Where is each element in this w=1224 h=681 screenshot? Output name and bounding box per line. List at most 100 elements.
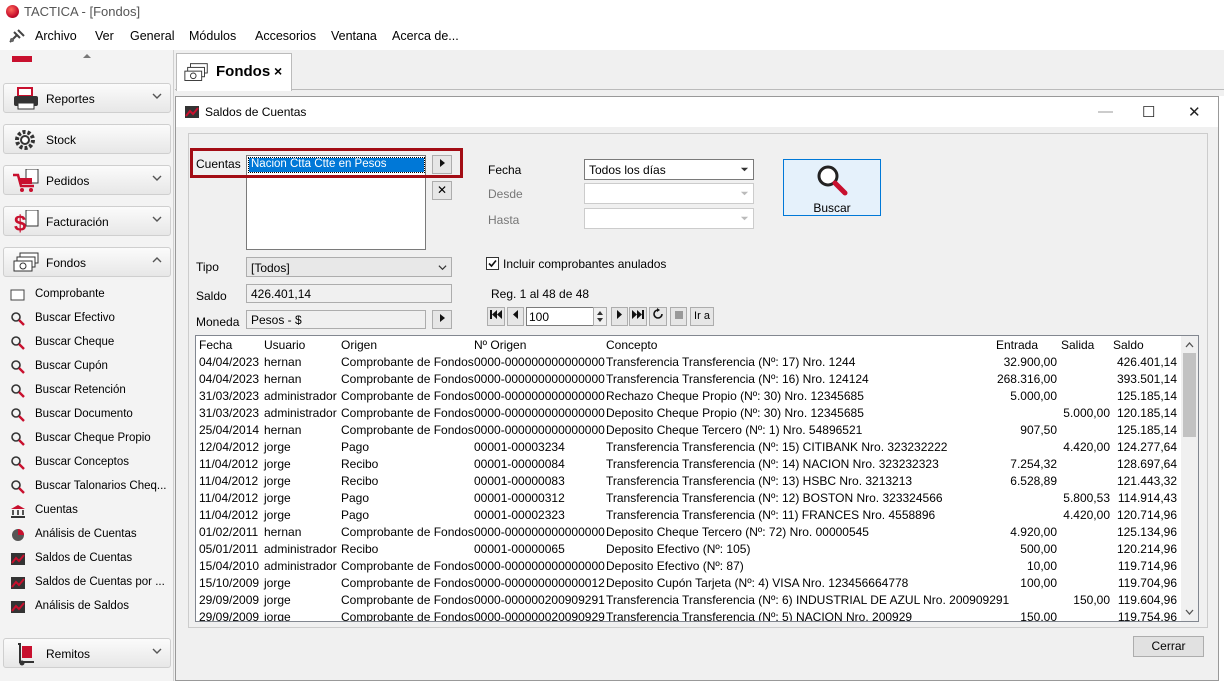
- minimize-button[interactable]: —: [1098, 103, 1113, 120]
- cell-nro-origen: 0000-000000000000000: [474, 372, 605, 386]
- page-size-value: 100: [529, 310, 550, 324]
- tab-close-button[interactable]: ×: [274, 63, 282, 79]
- first-icon: [490, 310, 502, 319]
- col-header-fecha[interactable]: Fecha: [199, 338, 232, 352]
- table-row[interactable]: 04/04/2023 hernan Comprobante de Fondos 000…: [196, 353, 1181, 370]
- table-row[interactable]: 11/04/2012 jorge Pago 00001-00000312 Transfe…: [196, 489, 1181, 506]
- cerrar-button[interactable]: Cerrar: [1133, 636, 1204, 657]
- close-window-button[interactable]: ✕: [1188, 103, 1201, 121]
- sidebar-item-saldos-cuentas-por[interactable]: Saldos de Cuentas por ...: [10, 573, 170, 593]
- table-row[interactable]: 29/09/2009 jorge Comprobante de Fondos 0000…: [196, 608, 1181, 621]
- refresh-button[interactable]: [649, 307, 667, 326]
- movements-grid[interactable]: Fecha Usuario Origen Nº Origen Concepto …: [195, 335, 1199, 622]
- table-row[interactable]: 11/04/2012 jorge Pago 00001-00002323 Transfe…: [196, 506, 1181, 523]
- cell-origen: Comprobante de Fondos: [341, 559, 474, 573]
- sidebar-group-facturacion[interactable]: $ Facturación: [3, 206, 171, 236]
- grid-vertical-scrollbar[interactable]: [1181, 336, 1198, 621]
- col-header-entrada[interactable]: Entrada: [996, 338, 1038, 352]
- sidebar-item-buscar-talonarios[interactable]: Buscar Talonarios Cheq...: [10, 477, 170, 497]
- sidebar-group-pedidos[interactable]: Pedidos: [3, 165, 171, 195]
- sidebar-group-fondos[interactable]: Fondos: [3, 247, 171, 277]
- incluir-anulados-checkbox[interactable]: [486, 257, 499, 270]
- buscar-button[interactable]: Buscar: [783, 159, 881, 216]
- tools-icon[interactable]: [8, 28, 26, 44]
- scroll-up-icon[interactable]: [1185, 341, 1194, 348]
- ira-button[interactable]: Ir a: [690, 307, 714, 326]
- cell-nro-origen: 00001-00003234: [474, 440, 565, 454]
- table-row[interactable]: 15/04/2010 administrador Comprobante de Fo…: [196, 557, 1181, 574]
- maximize-button[interactable]: ☐: [1142, 103, 1155, 121]
- table-row[interactable]: 25/04/2014 hernan Comprobante de Fondos 000…: [196, 421, 1181, 438]
- first-page-button[interactable]: [487, 307, 505, 326]
- search-icon: [11, 360, 25, 374]
- cell-usuario: administrador: [264, 542, 337, 556]
- table-row[interactable]: 05/01/2011 administrador Recibo 00001-00000…: [196, 540, 1181, 557]
- table-row[interactable]: 29/09/2009 jorge Comprobante de Fondos 0000…: [196, 591, 1181, 608]
- menu-ver[interactable]: Ver: [95, 29, 114, 43]
- sidebar-group-stock[interactable]: Stock: [3, 124, 171, 154]
- col-header-origen[interactable]: Origen: [341, 338, 377, 352]
- cell-origen: Recibo: [341, 474, 379, 488]
- table-row[interactable]: 31/03/2023 administrador Comprobante de Fo…: [196, 404, 1181, 421]
- scroll-up-icon[interactable]: [82, 53, 92, 59]
- sidebar-group-label: Pedidos: [46, 174, 90, 188]
- menu-ventana[interactable]: Ventana: [331, 29, 377, 43]
- col-header-salida[interactable]: Salida: [1061, 338, 1094, 352]
- sidebar-item-analisis-saldos[interactable]: Análisis de Saldos: [10, 597, 170, 617]
- table-row[interactable]: 31/03/2023 administrador Comprobante de Fo…: [196, 387, 1181, 404]
- prev-page-button[interactable]: [507, 307, 524, 326]
- sidebar-item-comprobante[interactable]: Comprobante: [10, 285, 170, 305]
- cell-concepto: Transferencia Transferencia (Nº: 11) FRA…: [606, 508, 936, 522]
- cuentas-remove-button[interactable]: ✕: [432, 181, 452, 200]
- sidebar-item-buscar-cupon[interactable]: Buscar Cupón: [10, 357, 170, 377]
- scroll-down-icon[interactable]: [1185, 609, 1194, 616]
- sidebar-item-buscar-conceptos[interactable]: Buscar Conceptos: [10, 453, 170, 473]
- fecha-select[interactable]: Todos los días: [584, 159, 754, 180]
- scroll-thumb[interactable]: [1183, 353, 1196, 437]
- moneda-select-button[interactable]: [432, 310, 452, 329]
- sidebar-item-saldos-cuentas[interactable]: Saldos de Cuentas: [10, 549, 170, 569]
- menu-bar: Archivo Ver General Módulos Accesorios V…: [0, 24, 1224, 50]
- next-page-button[interactable]: [611, 307, 628, 326]
- stop-button[interactable]: [670, 307, 687, 326]
- menu-general[interactable]: General: [130, 29, 174, 43]
- line-chart-icon: [11, 601, 25, 613]
- menu-acerca[interactable]: Acerca de...: [392, 29, 459, 43]
- tipo-select[interactable]: [Todos]: [246, 257, 452, 277]
- sidebar-item-cuentas[interactable]: Cuentas: [10, 501, 170, 521]
- desde-date[interactable]: [584, 183, 754, 204]
- tab-fondos[interactable]: Fondos ×: [176, 53, 292, 91]
- table-row[interactable]: 12/04/2012 jorge Pago 00001-00003234 Transfe…: [196, 438, 1181, 455]
- tab-label: Fondos: [216, 63, 271, 80]
- sidebar-item-buscar-documento[interactable]: Buscar Documento: [10, 405, 170, 425]
- table-row[interactable]: 15/10/2009 jorge Comprobante de Fondos 0000…: [196, 574, 1181, 591]
- sidebar-item-buscar-cheque-propio[interactable]: Buscar Cheque Propio: [10, 429, 170, 449]
- menu-accesorios[interactable]: Accesorios: [255, 29, 316, 43]
- table-row[interactable]: 04/04/2023 hernan Comprobante de Fondos 000…: [196, 370, 1181, 387]
- page-size-input[interactable]: 100: [526, 307, 594, 326]
- table-row[interactable]: 01/02/2011 hernan Comprobante de Fondos 000…: [196, 523, 1181, 540]
- menu-archivo[interactable]: Archivo: [35, 29, 77, 43]
- last-page-button[interactable]: [629, 307, 647, 326]
- sidebar-group-remitos[interactable]: Remitos: [3, 638, 171, 668]
- cell-saldo: 125.185,14: [1116, 389, 1177, 403]
- sidebar-item-buscar-cheque[interactable]: Buscar Cheque: [10, 333, 170, 353]
- table-row[interactable]: 11/04/2012 jorge Recibo 00001-00000083 Trans…: [196, 472, 1181, 489]
- col-header-concepto[interactable]: Concepto: [606, 338, 657, 352]
- hasta-date[interactable]: [584, 208, 754, 229]
- cell-concepto: Transferencia Transferencia (Nº: 12) BOS…: [606, 491, 943, 505]
- cell-entrada: 100,00: [1020, 576, 1057, 590]
- sidebar-item-buscar-efectivo[interactable]: Buscar Efectivo: [10, 309, 170, 329]
- page-size-spinner[interactable]: [593, 307, 607, 326]
- cell-entrada: 268.316,00: [996, 372, 1057, 386]
- sidebar-item-analisis-cuentas[interactable]: Análisis de Cuentas: [10, 525, 170, 545]
- sidebar-group-reportes[interactable]: Reportes: [3, 83, 171, 113]
- col-header-saldo[interactable]: Saldo: [1113, 338, 1144, 352]
- sidebar-item-buscar-retencion[interactable]: Buscar Retención: [10, 381, 170, 401]
- cell-nro-origen: 0000-000000000000000: [474, 525, 605, 539]
- table-row[interactable]: 11/04/2012 jorge Recibo 00001-00000084 Trans…: [196, 455, 1181, 472]
- col-header-usuario[interactable]: Usuario: [264, 338, 305, 352]
- menu-modulos[interactable]: Módulos: [189, 29, 236, 43]
- col-header-nro-origen[interactable]: Nº Origen: [474, 338, 526, 352]
- app-titlebar: TACTICA - [Fondos]: [0, 0, 1224, 24]
